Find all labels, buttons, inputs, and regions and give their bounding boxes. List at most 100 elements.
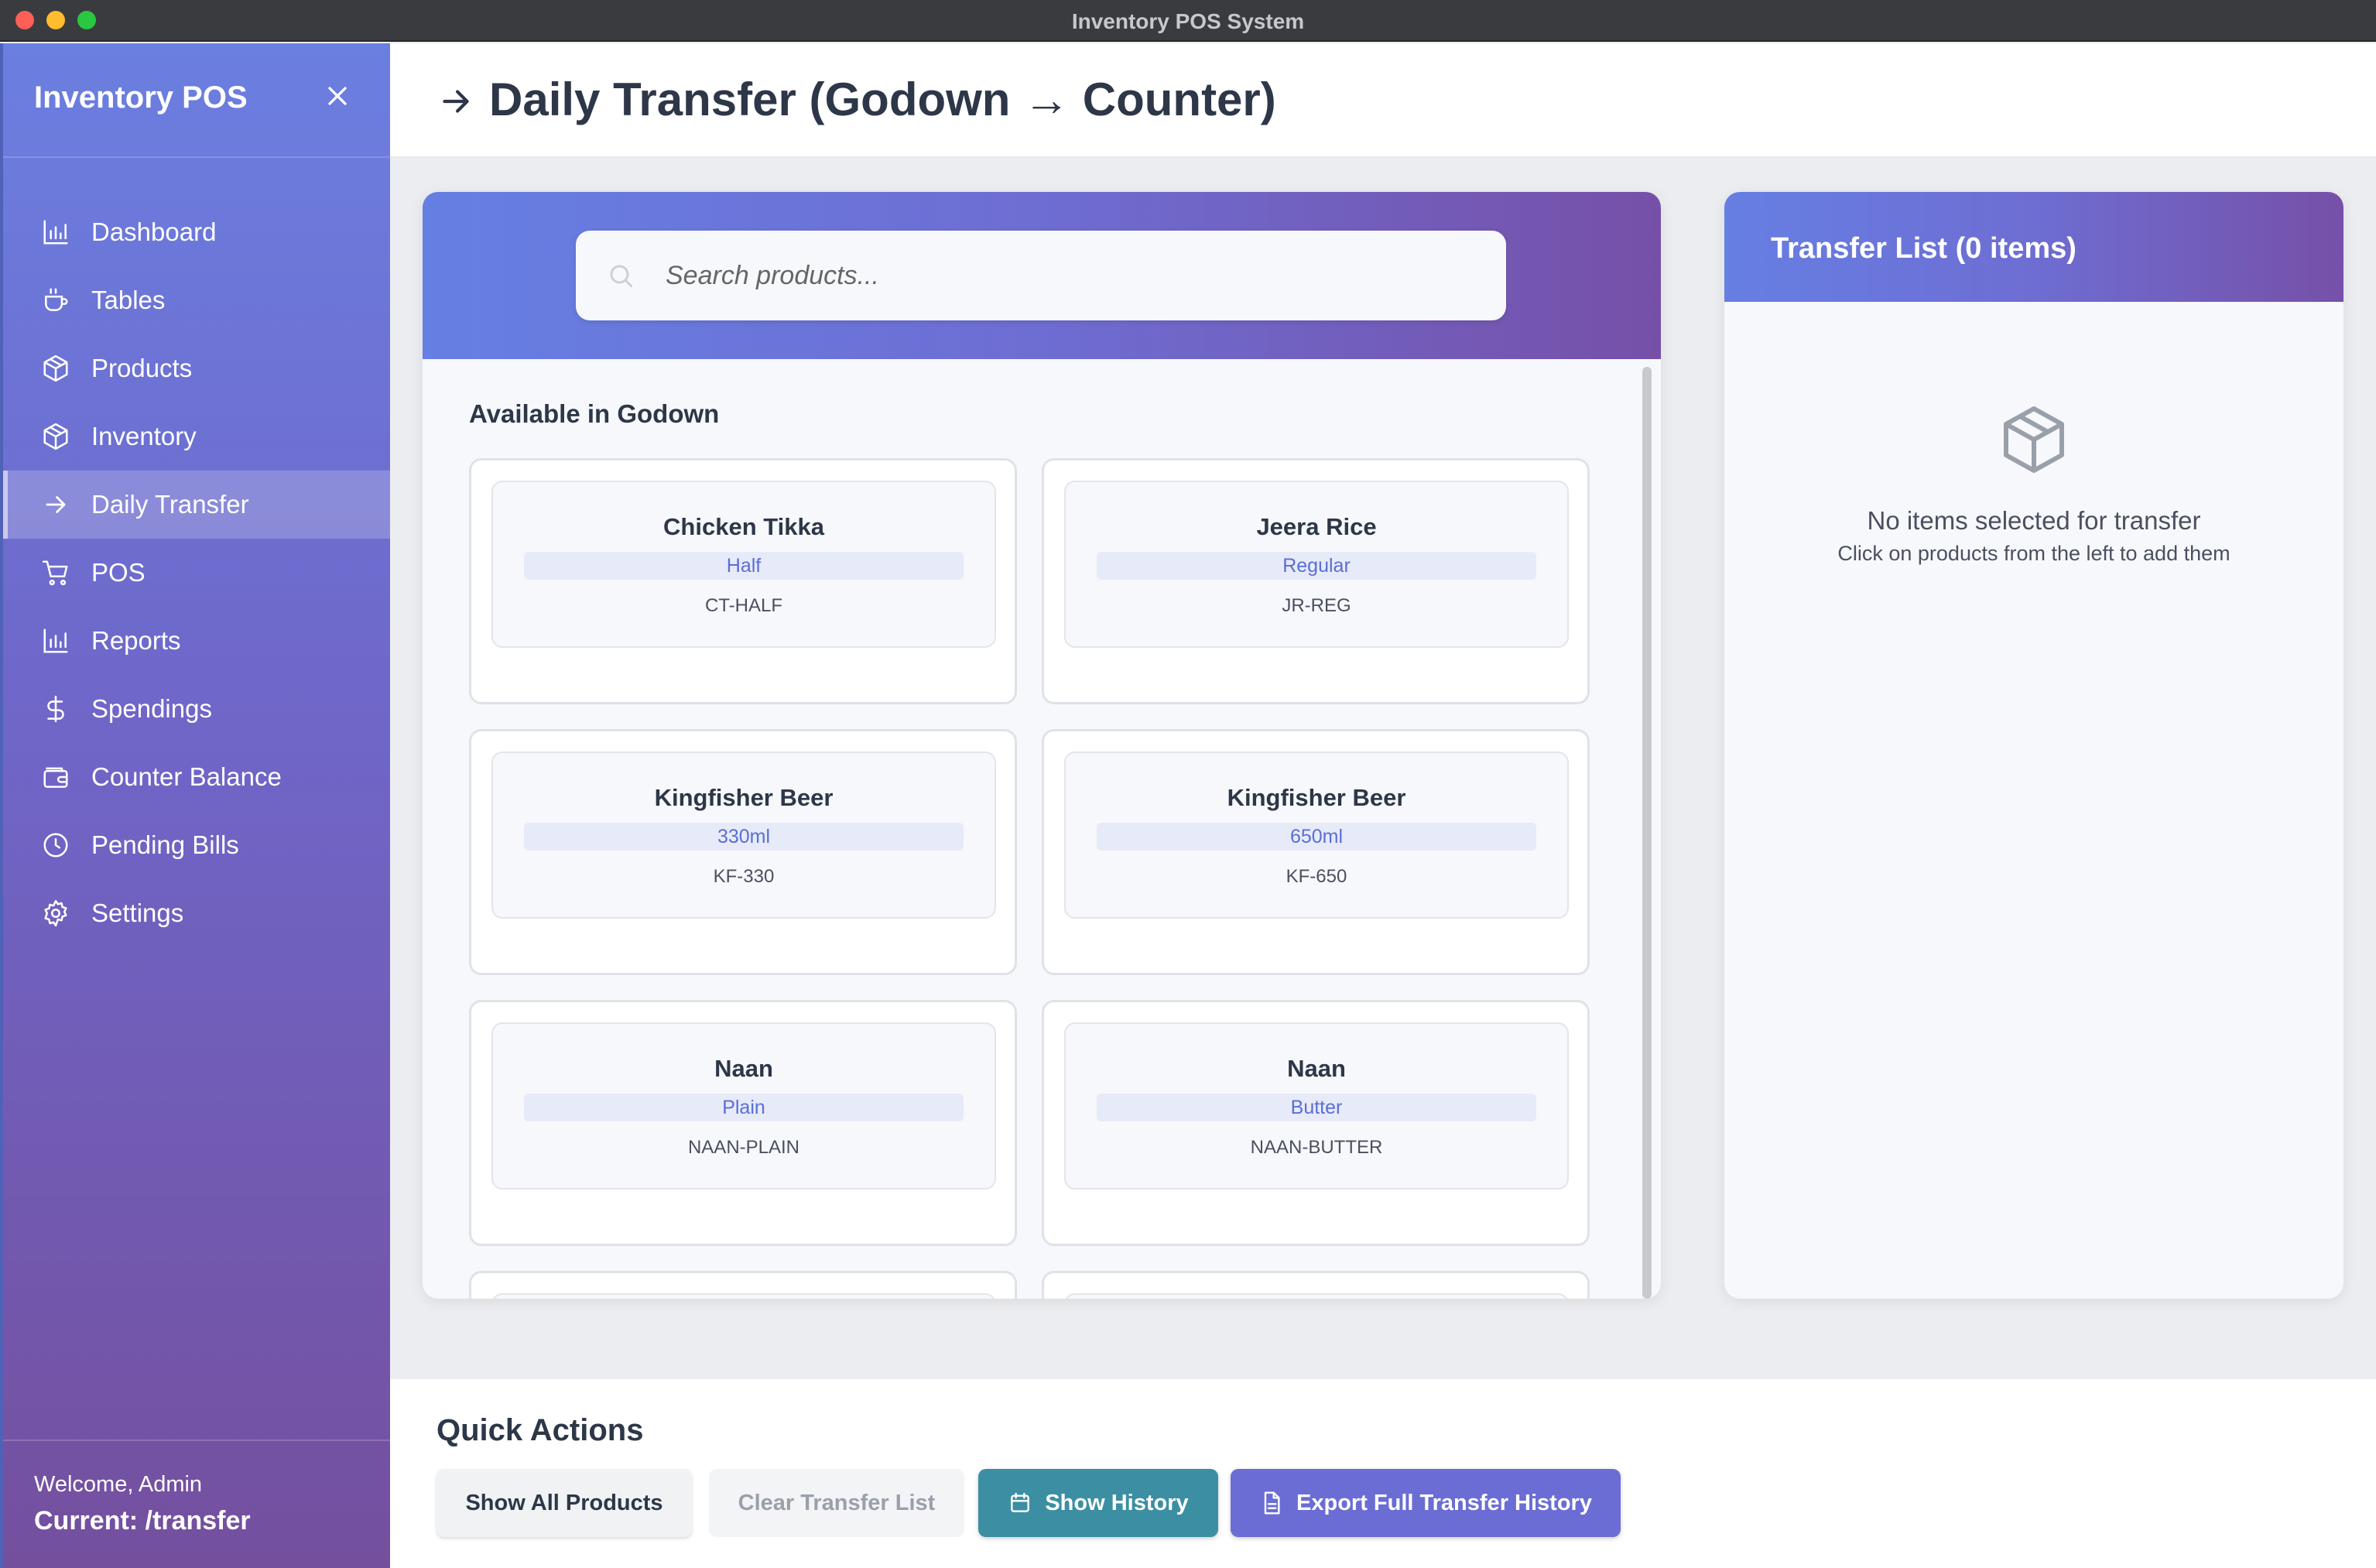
quick-actions: Quick Actions Show All Products Clear Tr… <box>390 1379 2376 1568</box>
product-card-inner: Kingfisher Beer 650ml KF-650 <box>1064 751 1569 919</box>
box-icon <box>40 421 71 452</box>
product-card-inner: Kingfisher Beer 330ml KF-330 <box>491 751 996 919</box>
sidebar: Inventory POS Dashboard Tables Products … <box>0 43 390 1568</box>
search-box <box>576 231 1506 320</box>
page-header: Daily Transfer (Godown → Counter) <box>390 43 2376 158</box>
transfer-list-title: Transfer List (0 items) <box>1771 232 2076 265</box>
sidebar-item-label: Spendings <box>91 694 212 723</box>
sidebar-item-label: Dashboard <box>91 217 217 246</box>
wallet-icon <box>40 762 71 793</box>
product-card[interactable] <box>469 1271 1017 1299</box>
product-sku: JR-REG <box>1282 595 1351 616</box>
sidebar-item-products[interactable]: Products <box>3 334 390 402</box>
transfer-list-header: Transfer List (0 items) <box>1724 192 2343 302</box>
product-variant-badge: 330ml <box>524 823 964 851</box>
product-card-inner <box>491 1293 996 1299</box>
product-card-inner: Naan Plain NAAN-PLAIN <box>491 1022 996 1190</box>
empty-state-title: No items selected for transfer <box>1867 506 2201 535</box>
window-titlebar: Inventory POS System <box>0 0 2376 42</box>
godown-list: Available in Godown Chicken Tikka Half C… <box>423 359 1661 1299</box>
scrollbar[interactable] <box>1642 367 1652 1299</box>
product-card[interactable]: Naan Plain NAAN-PLAIN <box>469 1000 1017 1246</box>
divider <box>3 156 390 158</box>
sidebar-item-label: Pending Bills <box>91 830 239 859</box>
package-icon <box>2004 406 2064 473</box>
gear-icon <box>40 898 71 929</box>
brand-title: Inventory POS <box>34 80 248 115</box>
product-card[interactable]: Jeera Rice Regular JR-REG <box>1042 458 1590 704</box>
sidebar-item-label: Reports <box>91 626 181 655</box>
product-sku: KF-650 <box>1286 866 1347 887</box>
box-icon <box>40 353 71 384</box>
bar-chart-icon <box>40 625 71 656</box>
product-card[interactable]: Kingfisher Beer 330ml KF-330 <box>469 729 1017 975</box>
product-card-inner <box>1064 1293 1569 1299</box>
close-icon[interactable] <box>322 80 353 111</box>
product-variant-badge: Half <box>524 552 964 580</box>
section-title: Available in Godown <box>469 399 720 428</box>
sidebar-item-reports[interactable]: Reports <box>3 607 390 675</box>
product-name: Naan <box>714 1055 773 1082</box>
sidebar-item-dashboard[interactable]: Dashboard <box>3 198 390 266</box>
sidebar-item-label: Settings <box>91 899 184 927</box>
sidebar-item-pos[interactable]: POS <box>3 539 390 607</box>
window-title: Inventory POS System <box>1071 9 1305 33</box>
sidebar-item-daily-transfer[interactable]: Daily Transfer <box>3 471 390 539</box>
product-sku: CT-HALF <box>704 595 782 616</box>
product-name: Chicken Tikka <box>663 513 824 540</box>
sidebar-nav: Dashboard Tables Products Inventory Dail… <box>3 198 390 947</box>
search-icon <box>610 265 632 287</box>
quick-actions-title: Quick Actions <box>437 1413 644 1447</box>
search-input[interactable] <box>666 252 1470 299</box>
export-history-label: Export Full Transfer History <box>1296 1490 1592 1515</box>
empty-state-hint: Click on products from the left to add t… <box>1837 542 2230 565</box>
sidebar-item-label: Products <box>91 354 193 382</box>
product-variant-badge: Plain <box>524 1094 964 1121</box>
sidebar-item-label: Tables <box>91 286 166 314</box>
sidebar-item-label: Counter Balance <box>91 762 282 791</box>
clear-transfer-list-button[interactable]: Clear Transfer List <box>709 1469 964 1537</box>
product-name: Kingfisher Beer <box>654 784 834 811</box>
product-card[interactable]: Naan Butter NAAN-BUTTER <box>1042 1000 1590 1246</box>
product-sku: KF-330 <box>713 866 775 887</box>
export-history-button[interactable]: Export Full Transfer History <box>1231 1469 1621 1537</box>
product-card-inner: Chicken Tikka Half CT-HALF <box>491 481 996 648</box>
arrow-right-icon <box>443 90 469 113</box>
product-card[interactable] <box>1042 1271 1590 1299</box>
product-variant-badge: Butter <box>1097 1094 1536 1121</box>
bar-chart-icon <box>40 217 71 248</box>
product-variant-badge: 650ml <box>1097 823 1536 851</box>
cart-icon <box>40 557 71 588</box>
product-name: Naan <box>1287 1055 1346 1082</box>
product-card[interactable]: Kingfisher Beer 650ml KF-650 <box>1042 729 1590 975</box>
clock-icon <box>40 830 71 861</box>
transfer-list-panel: Transfer List (0 items) No items selecte… <box>1724 192 2343 1299</box>
show-history-label: Show History <box>1045 1490 1189 1515</box>
sidebar-item-counter-balance[interactable]: Counter Balance <box>3 743 390 811</box>
sidebar-item-spendings[interactable]: Spendings <box>3 675 390 743</box>
godown-panel: Available in Godown Chicken Tikka Half C… <box>423 192 1661 1299</box>
product-sku: NAAN-BUTTER <box>1250 1137 1383 1158</box>
product-card-inner: Jeera Rice Regular JR-REG <box>1064 481 1569 648</box>
arrow-right-icon <box>40 489 71 520</box>
dollar-icon <box>40 693 71 724</box>
sidebar-item-inventory[interactable]: Inventory <box>3 402 390 471</box>
document-icon <box>1264 1491 1280 1515</box>
sidebar-item-tables[interactable]: Tables <box>3 266 390 334</box>
show-history-button[interactable]: Show History <box>978 1469 1218 1537</box>
sidebar-item-label: Inventory <box>91 422 197 450</box>
calendar-icon <box>1011 1492 1030 1512</box>
page-title: Daily Transfer (Godown → Counter) <box>489 74 1276 125</box>
welcome-text: Welcome, Admin <box>34 1472 203 1497</box>
cup-icon <box>40 285 71 316</box>
product-card-inner: Naan Butter NAAN-BUTTER <box>1064 1022 1569 1190</box>
product-name: Kingfisher Beer <box>1227 784 1406 811</box>
product-card[interactable]: Chicken Tikka Half CT-HALF <box>469 458 1017 704</box>
show-all-products-button[interactable]: Show All Products <box>437 1469 692 1537</box>
product-variant-badge: Regular <box>1097 552 1536 580</box>
product-sku: NAAN-PLAIN <box>687 1137 800 1158</box>
sidebar-item-pending-bills[interactable]: Pending Bills <box>3 811 390 879</box>
sidebar-item-settings[interactable]: Settings <box>3 879 390 947</box>
search-header <box>423 192 1661 359</box>
product-name: Jeera Rice <box>1256 513 1377 540</box>
